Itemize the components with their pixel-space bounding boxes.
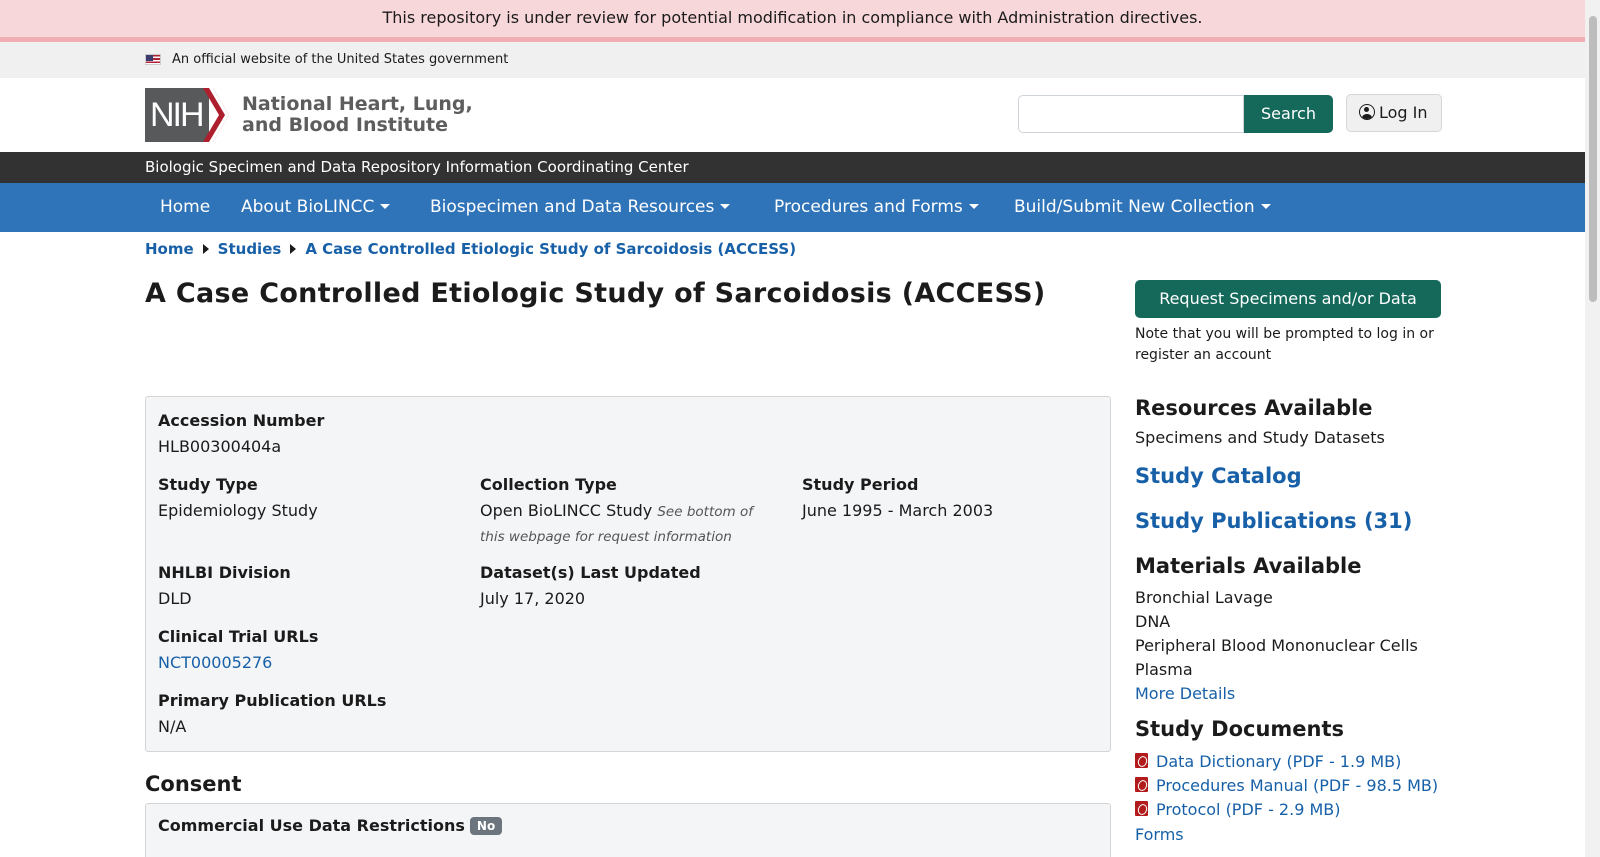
publication-urls-label: Primary Publication URLs [158,691,387,710]
nav-home[interactable]: Home [160,183,210,232]
study-period-value: June 1995 - March 2003 [802,501,994,520]
breadcrumb-studies[interactable]: Studies [218,240,282,258]
commercial-use-badge: No [469,817,503,835]
document-label: Protocol (PDF - 2.9 MB) [1156,800,1341,819]
nih-logo[interactable]: NIH [145,88,209,142]
last-updated-field: Dataset(s) Last Updated July 17, 2020 [480,563,701,611]
resources-heading: Resources Available [1135,396,1373,420]
study-type-label: Study Type [158,475,258,494]
breadcrumb-separator-icon [290,244,297,254]
last-updated-value: July 17, 2020 [480,589,586,608]
gov-banner-text: An official website of the United States… [172,52,509,67]
accession-field: Accession Number HLB00300404a [158,411,324,459]
consent-card: Commercial Use Data Restrictions No [145,803,1111,857]
consent-heading: Consent [145,772,242,796]
material-item: Bronchial Lavage [1135,588,1273,607]
clinical-trial-url-wrap: NCT00005276 [158,651,318,675]
nav-resources-label: Biospecimen and Data Resources [430,197,715,217]
page-title: A Case Controlled Etiologic Study of Sar… [145,278,1046,309]
collection-type-value-wrap: Open BioLINCC Study See bottom of this w… [480,499,770,549]
materials-heading: Materials Available [1135,554,1362,578]
nav-procedures-forms[interactable]: Procedures and Forms [774,183,979,232]
nav-build-label: Build/Submit New Collection [1014,197,1255,217]
pdf-icon [1135,801,1148,816]
commercial-use-label: Commercial Use Data Restrictions [158,816,465,835]
institute-name[interactable]: National Heart, Lung, and Blood Institut… [242,94,473,136]
clinical-trial-urls-label: Clinical Trial URLs [158,627,319,646]
search-button[interactable]: Search [1244,95,1333,133]
pdf-icon [1135,753,1148,768]
chevron-down-icon [380,204,391,209]
study-period-field: Study Period June 1995 - March 2003 [802,475,993,523]
nav-biospecimen-data-resources[interactable]: Biospecimen and Data Resources [430,183,731,232]
document-link-procedures-manual[interactable]: Procedures Manual (PDF - 98.5 MB) [1135,776,1438,795]
breadcrumb-current[interactable]: A Case Controlled Etiologic Study of Sar… [305,240,796,258]
breadcrumb-separator-icon [202,244,209,254]
commercial-use-field: Commercial Use Data Restrictions No [158,816,503,835]
breadcrumb-home[interactable]: Home [145,240,194,258]
division-label: NHLBI Division [158,563,291,582]
division-field: NHLBI Division DLD [158,563,291,611]
main-nav: Home About BioLINCC Biospecimen and Data… [0,183,1585,232]
nav-about-biolincc[interactable]: About BioLINCC [241,183,391,232]
study-catalog-link[interactable]: Study Catalog [1135,464,1302,488]
document-label: Data Dictionary (PDF - 1.9 MB) [1156,752,1402,771]
scrollbar-thumb[interactable] [1589,16,1597,302]
accession-value: HLB00300404a [158,437,282,456]
forms-link[interactable]: Forms [1135,825,1184,844]
request-note: Note that you will be prompted to log in… [1135,326,1434,363]
nav-build-submit-collection[interactable]: Build/Submit New Collection [1014,183,1271,232]
material-item: DNA [1135,612,1171,631]
search-input[interactable] [1018,95,1244,133]
login-label: Log In [1379,103,1428,122]
collection-type-label: Collection Type [480,475,617,494]
institute-line-2: and Blood Institute [242,114,448,136]
chevron-down-icon [1260,204,1271,209]
gov-banner: An official website of the United States… [0,42,1585,78]
publication-urls-value: N/A [158,717,187,736]
document-label: Procedures Manual (PDF - 98.5 MB) [1156,776,1439,795]
clinical-trial-urls-field: Clinical Trial URLs NCT00005276 [158,627,318,675]
us-flag-icon [145,54,161,65]
collection-type-value: Open BioLINCC Study [480,501,653,520]
review-banner: This repository is under review for pote… [0,0,1585,42]
study-type-value: Epidemiology Study [158,501,318,520]
study-type-field: Study Type Epidemiology Study [158,475,318,523]
chevron-down-icon [720,204,731,209]
nav-about-label: About BioLINCC [241,197,375,217]
nih-logo-chevron-icon [203,88,229,142]
division-value: DLD [158,589,192,608]
chevron-down-icon [968,204,979,209]
study-period-label: Study Period [802,475,919,494]
nav-procedures-label: Procedures and Forms [774,197,963,217]
more-details-link[interactable]: More Details [1135,684,1235,703]
page-scrollbar[interactable] [1585,0,1600,857]
material-item: Plasma [1135,660,1193,679]
material-item: Peripheral Blood Mononuclear Cells [1135,636,1418,655]
study-publications-link[interactable]: Study Publications (31) [1135,509,1412,533]
user-circle-icon [1359,104,1375,120]
publication-urls-field: Primary Publication URLs N/A [158,691,386,739]
login-button[interactable]: Log In [1346,94,1442,132]
study-details-card: Accession Number HLB00300404a Study Type… [145,396,1111,752]
resources-text: Specimens and Study Datasets [1135,428,1385,447]
document-link-protocol[interactable]: Protocol (PDF - 2.9 MB) [1135,800,1340,819]
site-header: NIH National Heart, Lung, and Blood Inst… [0,78,1585,152]
clinical-trial-url-link[interactable]: NCT00005276 [158,653,272,672]
institute-line-1: National Heart, Lung, [242,93,473,115]
breadcrumb: Home Studies A Case Controlled Etiologic S… [145,240,796,258]
document-link-data-dictionary[interactable]: Data Dictionary (PDF - 1.9 MB) [1135,752,1401,771]
documents-heading: Study Documents [1135,717,1345,741]
accession-label: Accession Number [158,411,325,430]
request-specimens-button[interactable]: Request Specimens and/or Data [1135,280,1441,318]
collection-type-field: Collection Type Open BioLINCC Study See … [480,475,770,549]
review-banner-text: This repository is under review for pote… [382,8,1203,27]
coordinating-center-text: Biologic Specimen and Data Repository In… [145,158,689,176]
nav-home-label: Home [160,197,211,217]
coordinating-center-bar: Biologic Specimen and Data Repository In… [0,152,1585,183]
pdf-icon [1135,777,1148,792]
last-updated-label: Dataset(s) Last Updated [480,563,701,582]
